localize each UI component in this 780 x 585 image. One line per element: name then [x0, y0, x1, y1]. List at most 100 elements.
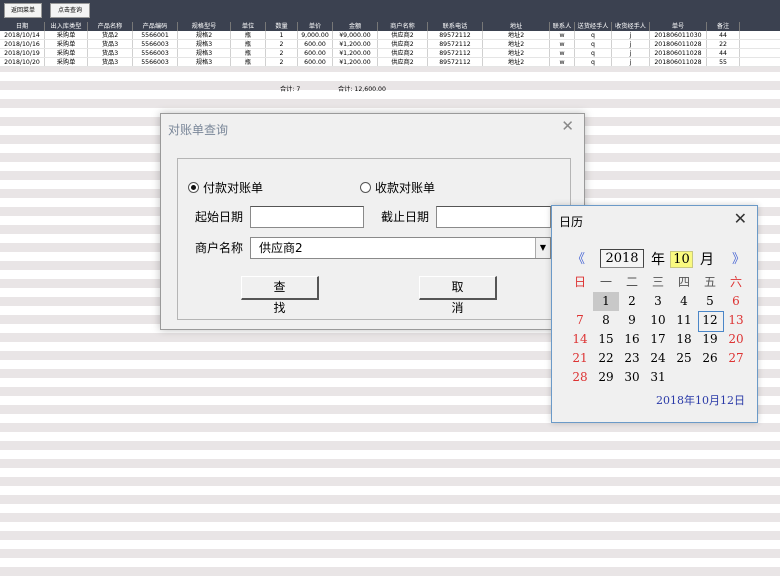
table-cell[interactable]: 供应商2 — [378, 40, 428, 48]
click-query-button[interactable]: 点击查询 — [50, 3, 90, 18]
table-cell[interactable]: 货品2 — [88, 31, 133, 39]
radio-receipt-statement[interactable]: 收款对账单 — [360, 179, 435, 196]
calendar-day[interactable]: 6 — [723, 292, 749, 311]
table-cell[interactable]: 2 — [266, 49, 298, 57]
table-cell[interactable]: ¥1,200.00 — [333, 58, 378, 66]
table-cell[interactable]: 1 — [266, 31, 298, 39]
table-cell[interactable]: 规格3 — [178, 58, 231, 66]
table-cell[interactable]: 瓶 — [231, 31, 266, 39]
calendar-day[interactable]: 13 — [723, 311, 749, 330]
calendar-day[interactable]: 4 — [671, 292, 697, 311]
table-cell[interactable]: 规格3 — [178, 49, 231, 57]
table-cell[interactable]: 2018/10/16 — [0, 40, 45, 48]
table-cell[interactable]: 货品3 — [88, 49, 133, 57]
calendar-day[interactable]: 8 — [593, 311, 619, 330]
table-cell[interactable]: 采购单 — [45, 58, 88, 66]
year-field[interactable]: 2018 — [600, 249, 644, 268]
dialog-close-icon[interactable]: ✕ — [561, 117, 574, 135]
calendar-day[interactable]: 3 — [645, 292, 671, 311]
table-cell[interactable]: 44 — [707, 49, 740, 57]
table-cell[interactable]: 供应商2 — [378, 31, 428, 39]
table-cell[interactable]: 瓶 — [231, 40, 266, 48]
table-cell[interactable]: 5566003 — [133, 49, 178, 57]
radio-payment-statement[interactable]: 付款对账单 — [188, 179, 263, 196]
table-cell[interactable]: 89572112 — [428, 40, 483, 48]
table-cell[interactable]: 600.00 — [298, 49, 333, 57]
calendar-day[interactable]: 12 — [697, 311, 724, 332]
calendar-day[interactable]: 22 — [593, 349, 619, 368]
table-cell[interactable]: 供应商2 — [378, 58, 428, 66]
table-cell[interactable]: w — [550, 40, 575, 48]
table-cell[interactable]: 600.00 — [298, 58, 333, 66]
table-cell[interactable]: 2018/10/20 — [0, 58, 45, 66]
table-cell[interactable]: 地址2 — [483, 58, 550, 66]
table-cell[interactable]: 供应商2 — [378, 49, 428, 57]
table-cell[interactable]: ¥1,200.00 — [333, 49, 378, 57]
calendar-day[interactable]: 24 — [645, 349, 671, 368]
table-cell[interactable]: 采购单 — [45, 49, 88, 57]
table-cell[interactable]: j — [612, 40, 650, 48]
table-cell[interactable]: 55 — [707, 58, 740, 66]
table-cell[interactable]: 地址2 — [483, 40, 550, 48]
calendar-day[interactable]: 30 — [619, 368, 645, 387]
calendar-day[interactable]: 11 — [671, 311, 697, 330]
table-cell[interactable]: 规格2 — [178, 31, 231, 39]
table-cell[interactable]: 201806011028 — [650, 58, 707, 66]
table-cell[interactable]: 201806011028 — [650, 40, 707, 48]
next-month-icon[interactable]: 》 — [732, 248, 745, 267]
table-cell[interactable]: 2 — [266, 58, 298, 66]
calendar-day[interactable]: 27 — [723, 349, 749, 368]
table-cell[interactable]: 2 — [266, 40, 298, 48]
calendar-day[interactable]: 31 — [645, 368, 671, 387]
table-cell[interactable]: j — [612, 31, 650, 39]
calendar-day[interactable]: 26 — [697, 349, 723, 368]
table-cell[interactable]: w — [550, 58, 575, 66]
calendar-day[interactable]: 29 — [593, 368, 619, 387]
calendar-day[interactable]: 20 — [723, 330, 749, 349]
dropdown-arrow-icon[interactable]: ▼ — [535, 238, 550, 258]
calendar-day[interactable]: 14 — [567, 330, 593, 349]
calendar-close-icon[interactable]: ✕ — [734, 209, 747, 228]
table-cell[interactable]: 201806011028 — [650, 49, 707, 57]
calendar-day[interactable]: 16 — [619, 330, 645, 349]
table-cell[interactable]: 5566001 — [133, 31, 178, 39]
table-cell[interactable]: 瓶 — [231, 49, 266, 57]
calendar-today-date[interactable]: 2018年10月12日 — [656, 392, 745, 408]
calendar-day[interactable]: 23 — [619, 349, 645, 368]
prev-month-icon[interactable]: 《 — [572, 248, 585, 267]
table-cell[interactable]: 89572112 — [428, 49, 483, 57]
table-cell[interactable]: ¥9,000.00 — [333, 31, 378, 39]
calendar-day[interactable]: 19 — [697, 330, 723, 349]
table-cell[interactable]: 5566003 — [133, 40, 178, 48]
table-cell[interactable]: 9,000.00 — [298, 31, 333, 39]
calendar-day[interactable]: 9 — [619, 311, 645, 330]
table-cell[interactable]: 规格3 — [178, 40, 231, 48]
table-cell[interactable]: 采购单 — [45, 40, 88, 48]
back-to-menu-button[interactable]: 返回菜单 — [4, 3, 42, 18]
table-cell[interactable]: 201806011030 — [650, 31, 707, 39]
table-cell[interactable]: 货品3 — [88, 58, 133, 66]
calendar-day[interactable]: 10 — [645, 311, 671, 330]
table-cell[interactable]: 采购单 — [45, 31, 88, 39]
table-cell[interactable]: 22 — [707, 40, 740, 48]
table-cell[interactable]: 89572112 — [428, 58, 483, 66]
calendar-day[interactable]: 17 — [645, 330, 671, 349]
table-cell[interactable]: 2018/10/19 — [0, 49, 45, 57]
calendar-day[interactable]: 7 — [567, 311, 593, 330]
table-cell[interactable]: 5566003 — [133, 58, 178, 66]
calendar-day[interactable]: 1 — [593, 292, 619, 311]
table-cell[interactable]: 瓶 — [231, 58, 266, 66]
table-cell[interactable]: j — [612, 58, 650, 66]
table-cell[interactable]: 货品3 — [88, 40, 133, 48]
cancel-button[interactable]: 取消 — [419, 276, 497, 315]
start-date-input[interactable] — [250, 206, 364, 228]
table-cell[interactable]: 89572112 — [428, 31, 483, 39]
table-cell[interactable]: 44 — [707, 31, 740, 39]
calendar-day[interactable]: 2 — [619, 292, 645, 311]
table-cell[interactable]: 2018/10/14 — [0, 31, 45, 39]
table-cell[interactable]: 地址2 — [483, 49, 550, 57]
search-button[interactable]: 查找 — [241, 276, 319, 315]
calendar-day[interactable]: 18 — [671, 330, 697, 349]
end-date-input[interactable] — [436, 206, 551, 228]
calendar-day[interactable]: 15 — [593, 330, 619, 349]
